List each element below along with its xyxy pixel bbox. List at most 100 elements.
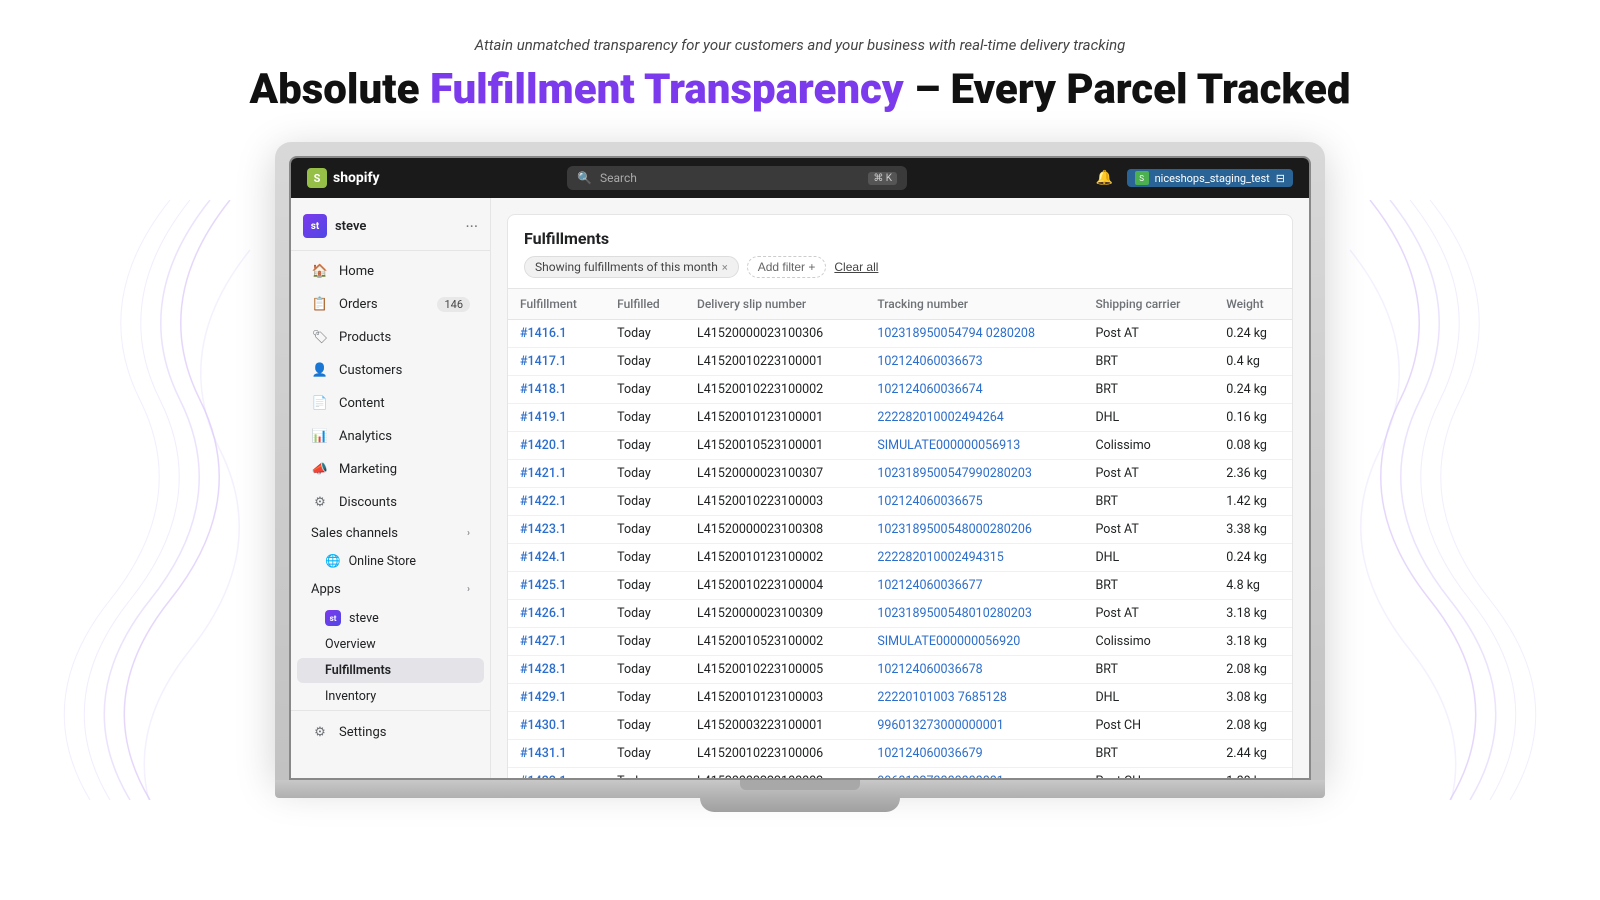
cell-tracking[interactable]: SIMULATE000000056913 bbox=[865, 432, 1083, 460]
sidebar-item-analytics[interactable]: 📊 Analytics bbox=[297, 420, 484, 452]
cell-tracking[interactable]: 1023189500547990280203 bbox=[865, 460, 1083, 488]
cell-tracking[interactable]: 102124060036675 bbox=[865, 488, 1083, 516]
cell-tracking[interactable]: 102124060036674 bbox=[865, 376, 1083, 404]
fulfillment-link[interactable]: #1427.1 bbox=[520, 634, 567, 649]
fulfillment-link[interactable]: #1417.1 bbox=[520, 354, 567, 369]
cell-fulfilled: Today bbox=[605, 572, 685, 600]
cell-tracking[interactable]: 102124060036677 bbox=[865, 572, 1083, 600]
sidebar-item-online-store[interactable]: 🌐 Online Store bbox=[297, 549, 484, 574]
sidebar-item-discounts[interactable]: ⚙ Discounts bbox=[297, 486, 484, 518]
cell-fulfillment[interactable]: #1425.1 bbox=[508, 572, 605, 600]
cell-tracking[interactable]: 996013273000000001 bbox=[865, 712, 1083, 740]
sidebar-item-products[interactable]: 🏷 Products bbox=[297, 321, 484, 353]
tracking-link[interactable]: 102124060036674 bbox=[877, 382, 982, 397]
cell-fulfillment[interactable]: #1423.1 bbox=[508, 516, 605, 544]
tracking-link[interactable]: 996013273000000001 bbox=[877, 718, 1003, 733]
tracking-link[interactable]: 102124060036675 bbox=[877, 494, 982, 509]
cell-tracking[interactable]: 102124060036678 bbox=[865, 656, 1083, 684]
fulfillment-link[interactable]: #1419.1 bbox=[520, 410, 567, 425]
tracking-link[interactable]: 102124060036679 bbox=[877, 746, 982, 761]
filter-close-icon[interactable]: × bbox=[722, 261, 728, 274]
sidebar-item-customers[interactable]: 👤 Customers bbox=[297, 354, 484, 386]
fulfillment-link[interactable]: #1424.1 bbox=[520, 550, 567, 565]
sidebar-item-orders[interactable]: 📋 Orders 146 bbox=[297, 288, 484, 320]
cell-fulfillment[interactable]: #1417.1 bbox=[508, 348, 605, 376]
cell-weight: 3.18 kg bbox=[1214, 628, 1292, 656]
cell-fulfillment[interactable]: #1420.1 bbox=[508, 432, 605, 460]
sidebar-item-inventory[interactable]: Inventory bbox=[297, 684, 484, 709]
fulfillment-link[interactable]: #1422.1 bbox=[520, 494, 567, 509]
clear-all-button[interactable]: Clear all bbox=[834, 260, 878, 274]
fulfillment-link[interactable]: #1426.1 bbox=[520, 606, 567, 621]
tracking-link[interactable]: 222282010002494315 bbox=[877, 550, 1003, 565]
tracking-link[interactable]: 1023189500547990280203 bbox=[877, 466, 1032, 481]
tracking-link[interactable]: 1023189500548010280203 bbox=[877, 606, 1032, 621]
tracking-link[interactable]: 222282010002494264 bbox=[877, 410, 1003, 425]
cell-fulfillment[interactable]: #1431.1 bbox=[508, 740, 605, 768]
cell-tracking[interactable]: 222282010002494264 bbox=[865, 404, 1083, 432]
sidebar-item-home[interactable]: 🏠 Home bbox=[297, 255, 484, 287]
cell-fulfillment[interactable]: #1419.1 bbox=[508, 404, 605, 432]
tracking-link[interactable]: 996013273000000001 bbox=[877, 774, 1003, 778]
fulfillment-link[interactable]: #1420.1 bbox=[520, 438, 567, 453]
online-store-icon: 🌐 bbox=[325, 554, 341, 569]
fulfillment-link[interactable]: #1421.1 bbox=[520, 466, 567, 481]
tracking-link[interactable]: 1023189500548000280206 bbox=[877, 522, 1032, 537]
tracking-link[interactable]: 102124060036677 bbox=[877, 578, 982, 593]
cell-tracking[interactable]: 102318950054794 0280208 bbox=[865, 320, 1083, 348]
cell-tracking[interactable]: 996013273000000001 bbox=[865, 768, 1083, 779]
cell-fulfillment[interactable]: #1422.1 bbox=[508, 488, 605, 516]
add-filter-button[interactable]: Add filter + bbox=[747, 256, 827, 278]
cell-fulfillment[interactable]: #1428.1 bbox=[508, 656, 605, 684]
cell-tracking[interactable]: 22220101003 7685128 bbox=[865, 684, 1083, 712]
tracking-link[interactable]: 102318950054794 0280208 bbox=[877, 326, 1035, 341]
filter-chip[interactable]: Showing fulfillments of this month × bbox=[524, 256, 739, 278]
fulfillment-link[interactable]: #1423.1 bbox=[520, 522, 567, 537]
sidebar-item-settings[interactable]: ⚙ Settings bbox=[297, 716, 484, 748]
user-menu-dots[interactable]: ··· bbox=[465, 217, 478, 236]
cell-fulfillment[interactable]: #1427.1 bbox=[508, 628, 605, 656]
cell-carrier: Post AT bbox=[1083, 600, 1214, 628]
laptop-screen: S shopify 🔍 Search ⌘ K 🔔 S bbox=[289, 156, 1311, 780]
cell-tracking[interactable]: 222282010002494315 bbox=[865, 544, 1083, 572]
cell-tracking[interactable]: 1023189500548010280203 bbox=[865, 600, 1083, 628]
sidebar-apps[interactable]: Apps › bbox=[297, 575, 484, 604]
cell-tracking[interactable]: 102124060036679 bbox=[865, 740, 1083, 768]
fulfillment-link[interactable]: #1428.1 bbox=[520, 662, 567, 677]
cell-weight: 0.24 kg bbox=[1214, 320, 1292, 348]
cell-fulfillment[interactable]: #1421.1 bbox=[508, 460, 605, 488]
fulfillment-link[interactable]: #1431.1 bbox=[520, 746, 567, 761]
tracking-link[interactable]: SIMULATE000000056913 bbox=[877, 438, 1020, 453]
tracking-link[interactable]: 102124060036678 bbox=[877, 662, 982, 677]
cell-fulfillment[interactable]: #1429.1 bbox=[508, 684, 605, 712]
fulfillment-link[interactable]: #1425.1 bbox=[520, 578, 567, 593]
fulfillment-link[interactable]: #1430.1 bbox=[520, 718, 567, 733]
cell-tracking[interactable]: 1023189500548000280206 bbox=[865, 516, 1083, 544]
cell-fulfillment[interactable]: #1416.1 bbox=[508, 320, 605, 348]
cell-fulfillment[interactable]: #1418.1 bbox=[508, 376, 605, 404]
cell-fulfillment[interactable]: #1432.1 bbox=[508, 768, 605, 779]
laptop-frame: S shopify 🔍 Search ⌘ K 🔔 S bbox=[275, 142, 1325, 812]
fulfillment-link[interactable]: #1418.1 bbox=[520, 382, 567, 397]
fulfillment-link[interactable]: #1432.1 bbox=[520, 774, 567, 778]
tracking-link[interactable]: SIMULATE000000056920 bbox=[877, 634, 1020, 649]
fulfillment-link[interactable]: #1416.1 bbox=[520, 326, 567, 341]
sidebar-item-app-steve[interactable]: st steve bbox=[297, 605, 484, 631]
bell-icon[interactable]: 🔔 bbox=[1095, 168, 1115, 188]
sidebar-sales-channels[interactable]: Sales channels › bbox=[297, 519, 484, 548]
fulfillment-link[interactable]: #1429.1 bbox=[520, 690, 567, 705]
tracking-link[interactable]: 22220101003 7685128 bbox=[877, 690, 1007, 705]
sidebar-item-marketing[interactable]: 📣 Marketing bbox=[297, 453, 484, 485]
search-input-wrapper[interactable]: 🔍 Search ⌘ K bbox=[567, 166, 907, 190]
cell-fulfillment[interactable]: #1430.1 bbox=[508, 712, 605, 740]
sidebar-item-content[interactable]: 📄 Content bbox=[297, 387, 484, 419]
cell-tracking[interactable]: SIMULATE000000056920 bbox=[865, 628, 1083, 656]
cell-tracking[interactable]: 102124060036673 bbox=[865, 348, 1083, 376]
cell-weight: 4.8 kg bbox=[1214, 572, 1292, 600]
tracking-link[interactable]: 102124060036673 bbox=[877, 354, 982, 369]
sidebar-item-overview[interactable]: Overview bbox=[297, 632, 484, 657]
cell-fulfillment[interactable]: #1424.1 bbox=[508, 544, 605, 572]
cell-fulfillment[interactable]: #1426.1 bbox=[508, 600, 605, 628]
search-bar[interactable]: 🔍 Search ⌘ K bbox=[567, 166, 907, 190]
sidebar-item-fulfillments[interactable]: Fulfillments bbox=[297, 658, 484, 683]
